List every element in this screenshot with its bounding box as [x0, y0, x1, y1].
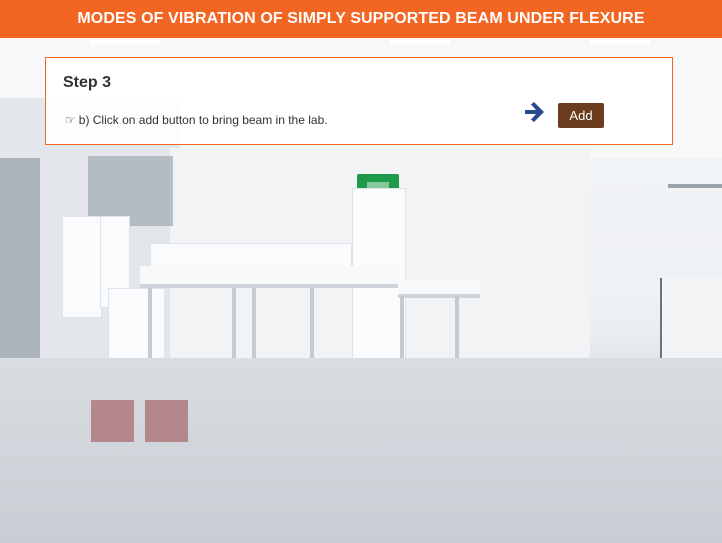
arrow-right-icon	[525, 102, 544, 122]
ceiling-light	[590, 40, 650, 44]
wall-shelf	[668, 184, 722, 188]
bench-leg	[148, 288, 152, 368]
hand-pointing-right-icon: ☞	[65, 113, 76, 127]
bench-leg	[252, 288, 256, 368]
beam-slot-1	[91, 400, 134, 442]
glass-door	[0, 158, 40, 368]
lab-bench	[140, 266, 400, 288]
add-button[interactable]: Add	[558, 103, 604, 128]
ceiling-light	[90, 40, 160, 44]
page-title: MODES OF VIBRATION OF SIMPLY SUPPORTED B…	[77, 10, 645, 27]
beam-slot-2	[145, 400, 188, 442]
floor	[0, 358, 722, 543]
step-title: Step 3	[63, 74, 112, 91]
ceiling-light	[390, 40, 450, 44]
bench-leg	[455, 296, 459, 366]
lab-bench	[398, 280, 480, 298]
step-panel: Step 3 ☞ b) Click on add button to bring…	[45, 57, 673, 145]
step-instruction: ☞ b) Click on add button to bring beam i…	[65, 113, 328, 127]
cabinet	[62, 216, 102, 318]
instruction-text: b) Click on add button to bring beam in …	[78, 113, 328, 127]
app-title-bar: MODES OF VIBRATION OF SIMPLY SUPPORTED B…	[0, 0, 722, 38]
